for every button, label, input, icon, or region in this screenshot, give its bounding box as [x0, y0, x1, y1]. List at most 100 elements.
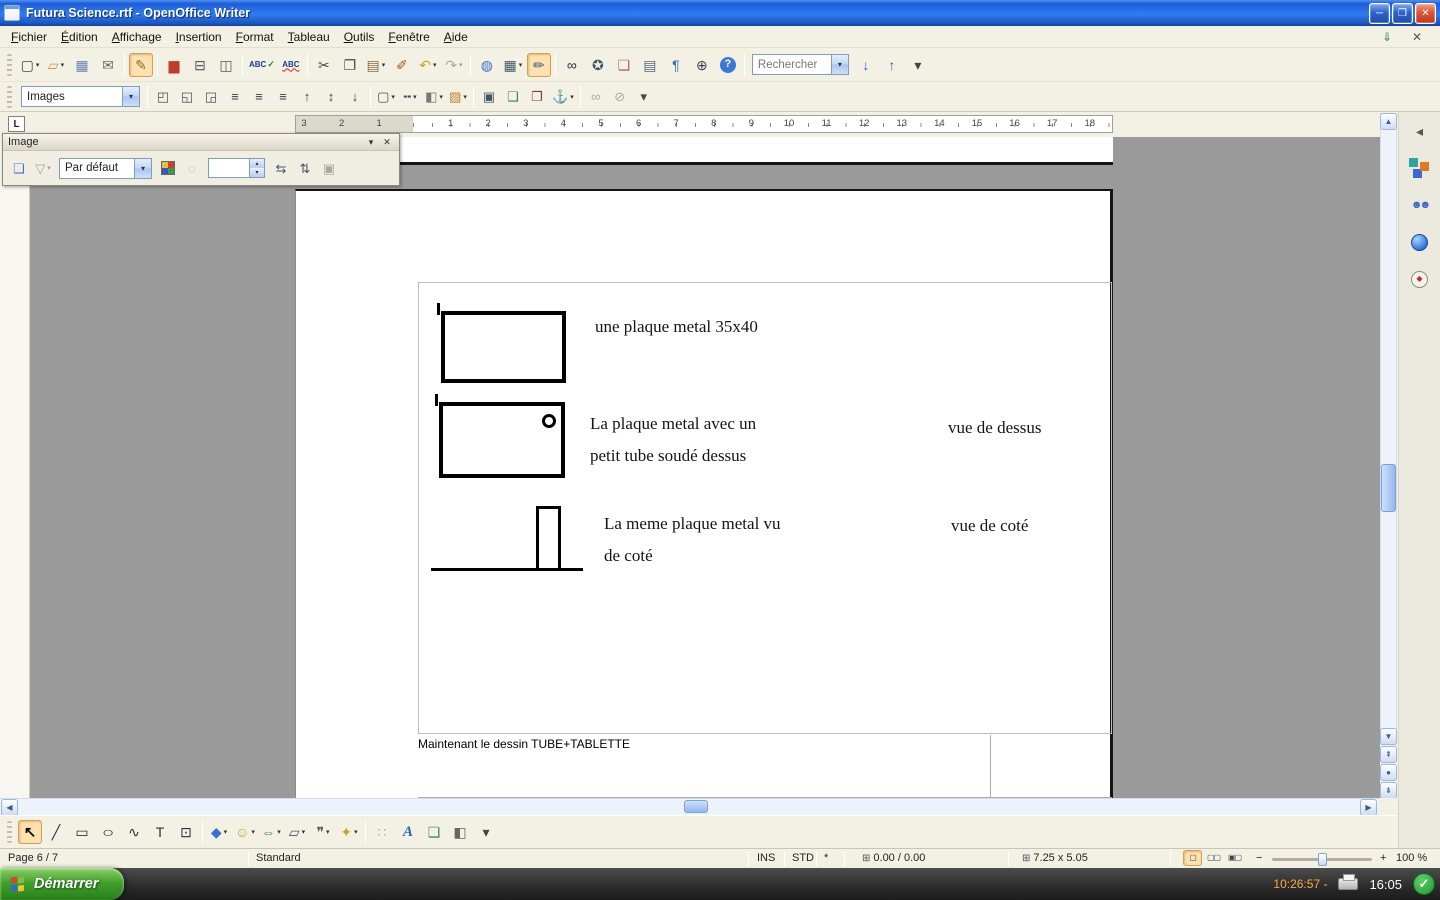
wrap-on-icon[interactable]: ◱	[176, 86, 198, 108]
view-multi-page-icon[interactable]: ▢▢	[1204, 850, 1223, 866]
flip-vertical-icon[interactable]: ⇅	[294, 157, 316, 179]
zoom-slider-thumb[interactable]	[1318, 853, 1327, 866]
shortcut-users-icon[interactable]: ☻☻	[1406, 192, 1434, 218]
menu-outils[interactable]: Outils	[337, 28, 382, 46]
toolbar-overflow-icon[interactable]: ▾	[633, 86, 655, 108]
freeform-icon[interactable]: ∿	[122, 820, 146, 844]
wrap-through-icon[interactable]: ◲	[200, 86, 222, 108]
extrusion-icon[interactable]: ◧	[448, 820, 472, 844]
image-toolbar[interactable]: Image ▾ ✕ ❏ ▽ ▾ Par défaut ▾ ◌ ▴ ▾ ⇆ ⇅ ▣	[2, 133, 400, 186]
previous-page-bottom[interactable]	[295, 137, 1113, 165]
chevron-down-icon[interactable]: ▾	[134, 158, 151, 178]
load-url-icon[interactable]: ⇓	[1377, 28, 1397, 46]
zoom-slider[interactable]	[1272, 853, 1372, 866]
maximize-button[interactable]: ❐	[1392, 2, 1413, 24]
close-button[interactable]: ✕	[1415, 2, 1436, 24]
scroll-left-icon[interactable]: ◀	[1, 799, 18, 816]
draw-functions-icon[interactable]: ✏	[526, 52, 551, 77]
undo-icon[interactable]: ↶ ▾	[416, 53, 440, 77]
shortcut-modules-icon[interactable]	[1406, 155, 1434, 181]
new-document-icon[interactable]: ▢ ▾	[18, 53, 42, 77]
text-icon[interactable]: T	[148, 820, 172, 844]
align-left-icon[interactable]: ≡	[224, 86, 246, 108]
gallery-icon[interactable]: ❏	[612, 53, 636, 77]
frame-properties-icon[interactable]: ▣	[478, 86, 500, 108]
background-color-icon[interactable]: ▨ ▾	[447, 86, 469, 108]
chevron-down-icon[interactable]: ▾	[830, 55, 848, 74]
find-next-icon[interactable]: ↓	[854, 53, 878, 77]
basic-shapes-icon[interactable]: ◆ ▾	[207, 820, 231, 844]
line-icon[interactable]: ╱	[44, 820, 68, 844]
from-file-icon[interactable]: ❏	[8, 157, 30, 179]
align-right-icon[interactable]: ≡	[272, 86, 294, 108]
copy-icon[interactable]: ❐	[338, 53, 362, 77]
graphics-mode-icon[interactable]	[157, 157, 179, 179]
menu-aide[interactable]: Aide	[437, 28, 475, 46]
horizontal-scrollbar[interactable]: ◀ ▶	[0, 798, 1379, 816]
help-icon[interactable]: ?	[716, 53, 740, 77]
start-button[interactable]: Démarrer	[0, 868, 124, 900]
bring-to-front-icon[interactable]: ❏	[502, 86, 524, 108]
navigator-icon[interactable]: ✪	[586, 53, 610, 77]
panel-float-icon[interactable]: ◂	[1406, 118, 1434, 144]
toolbar-overflow-icon[interactable]: ▾	[906, 53, 930, 77]
save-icon[interactable]: ▦	[70, 53, 94, 77]
toolbar-overflow-icon[interactable]: ▾	[474, 820, 498, 844]
navigation-icon[interactable]: ●	[1380, 764, 1397, 781]
next-page-icon[interactable]: ⇟	[1380, 782, 1397, 799]
menu-tableau[interactable]: Tableau	[281, 28, 337, 46]
search-input[interactable]: Rechercher	[753, 59, 831, 71]
send-to-back-icon[interactable]: ❐	[526, 86, 548, 108]
select-icon[interactable]: ↖	[18, 820, 42, 844]
line-style-icon[interactable]: ╍ ▾	[399, 86, 421, 108]
menu-affichage[interactable]: Affichage	[105, 28, 169, 46]
align-middle-icon[interactable]: ↕	[320, 86, 342, 108]
autospellcheck-icon[interactable]: ABC	[279, 53, 303, 77]
callout-icon[interactable]: ⊡	[174, 820, 198, 844]
close-document-icon[interactable]: ✕	[1407, 28, 1427, 46]
page-style[interactable]: Standard	[256, 852, 301, 864]
page-indicator[interactable]: Page 6 / 7	[8, 852, 58, 864]
scroll-down-icon[interactable]: ▼	[1380, 728, 1397, 745]
drawing-tube-circle[interactable]	[542, 414, 556, 428]
borders-icon[interactable]: ▢ ▾	[375, 86, 397, 108]
shortcut-compass-icon[interactable]: ◆	[1406, 266, 1434, 292]
style-combobox[interactable]: Images ▾	[21, 86, 140, 107]
image-toolbar-titlebar[interactable]: Image ▾ ✕	[3, 134, 399, 151]
stars-icon[interactable]: ✦ ▾	[337, 820, 361, 844]
transparency-stepper[interactable]: ▴ ▾	[208, 158, 265, 178]
view-single-page-icon[interactable]: ▢	[1183, 850, 1202, 866]
edit-file-icon[interactable]: ✎	[129, 52, 153, 77]
zoom-in-icon[interactable]: +	[1380, 852, 1386, 864]
selection-mode[interactable]: STD	[792, 852, 814, 864]
export-pdf-icon[interactable]: ▆	[162, 53, 186, 77]
wrap-off-icon[interactable]: ◰	[152, 86, 174, 108]
ellipse-icon[interactable]: ○	[96, 820, 120, 844]
hyperlink-icon[interactable]: ◍	[475, 53, 499, 77]
zoom-icon[interactable]: ⊕	[690, 53, 714, 77]
align-bottom-icon[interactable]: ↓	[344, 86, 366, 108]
find-previous-icon[interactable]: ↑	[880, 53, 904, 77]
spellcheck-icon[interactable]: ABC	[247, 53, 277, 77]
transparency-value[interactable]	[209, 159, 249, 177]
change-anchor-icon[interactable]: ⚓ ▾	[550, 86, 576, 108]
scrollbar-thumb[interactable]	[684, 800, 708, 813]
drawing-side-view-tube[interactable]	[536, 506, 561, 571]
document-as-email-icon[interactable]: ✉	[96, 53, 120, 77]
toolbar-menu-icon[interactable]: ▾	[364, 136, 378, 149]
menu-format[interactable]: Format	[229, 28, 281, 46]
find-replace-icon[interactable]: ∞	[560, 53, 584, 77]
chevron-down-icon[interactable]: ▾	[122, 87, 139, 106]
picture-from-file-icon[interactable]: ❏	[422, 820, 446, 844]
previous-page-icon[interactable]: ⇞	[1380, 746, 1397, 763]
cut-icon[interactable]: ✂	[312, 53, 336, 77]
toolbar-grip[interactable]	[7, 821, 12, 843]
scroll-up-icon[interactable]: ▲	[1380, 113, 1397, 130]
menu-fichier[interactable]: Fichier	[4, 28, 54, 46]
symbol-shapes-icon[interactable]: ☺ ▾	[233, 820, 257, 844]
shortcut-globe-icon[interactable]	[1406, 229, 1434, 255]
zoom-level[interactable]: 100 %	[1396, 852, 1427, 864]
insert-mode[interactable]: INS	[757, 852, 775, 864]
flowcharts-icon[interactable]: ▱ ▾	[285, 820, 309, 844]
scrollbar-thumb[interactable]	[1381, 464, 1396, 512]
